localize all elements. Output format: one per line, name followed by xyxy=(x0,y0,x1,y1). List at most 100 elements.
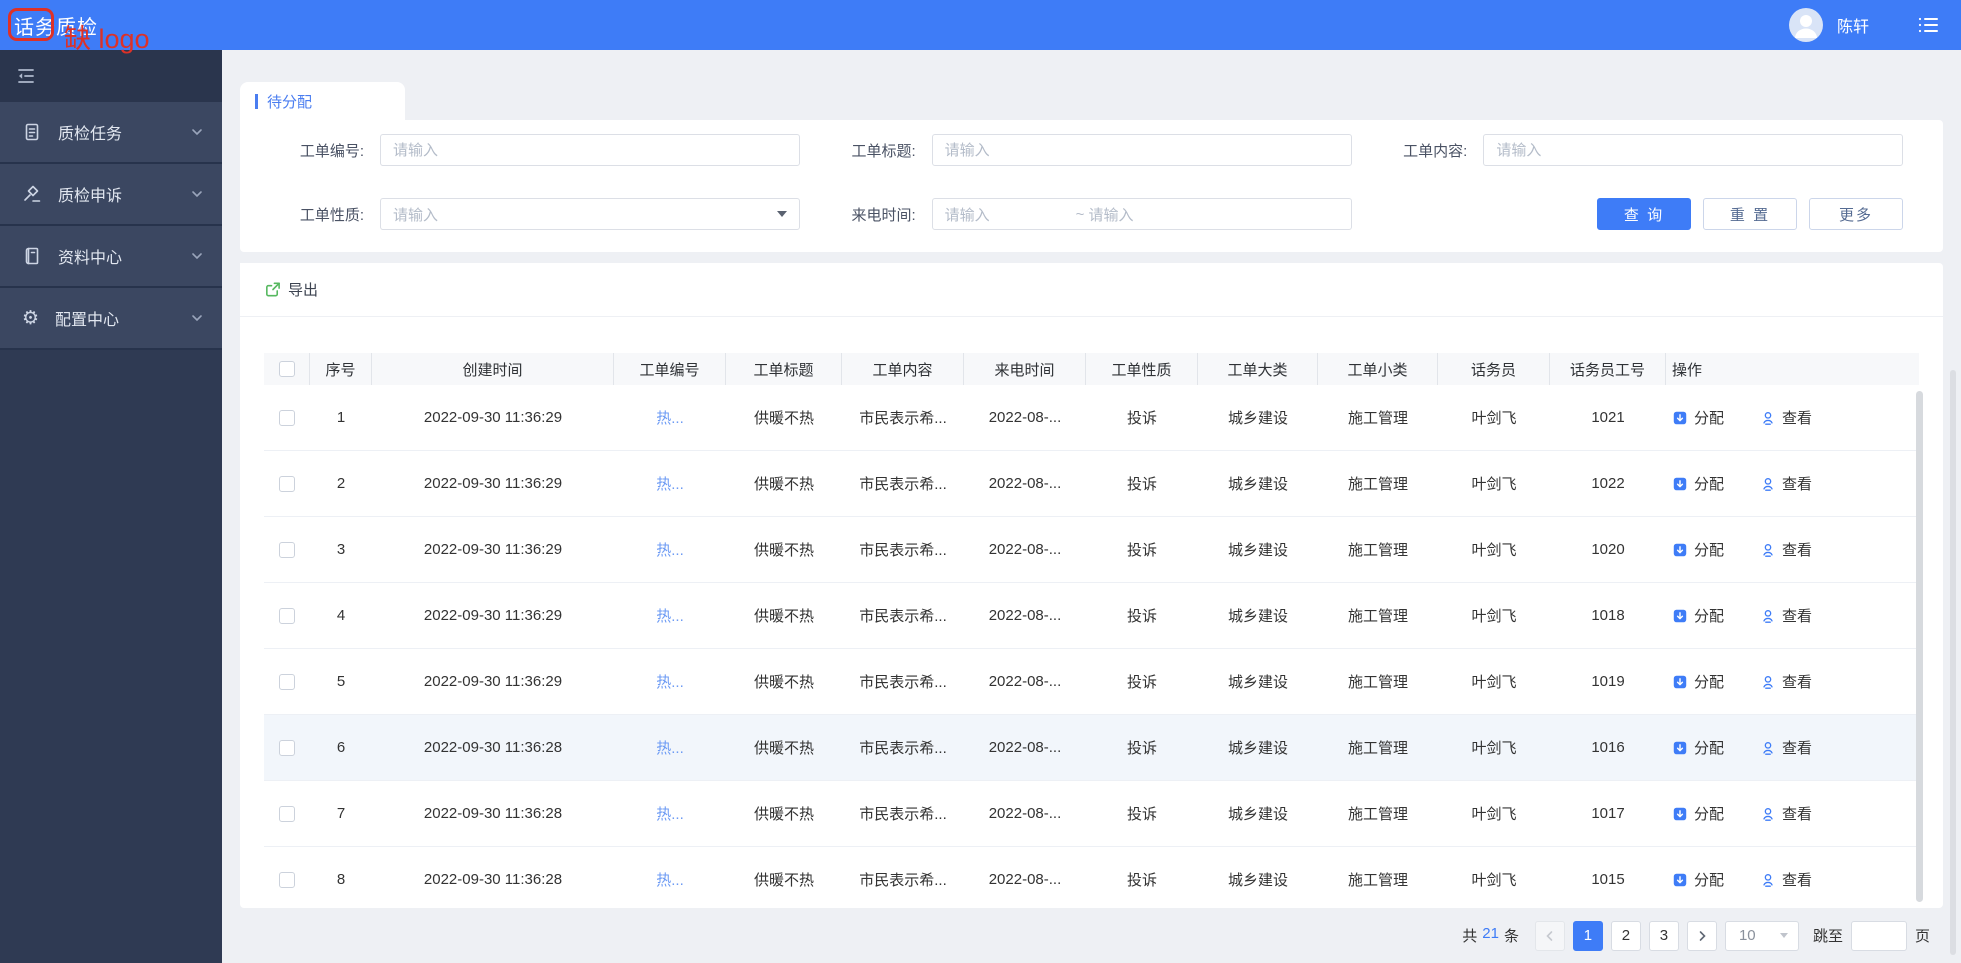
cell-agent-id: 1020 xyxy=(1591,541,1625,558)
order-nature-select[interactable]: 请输入 xyxy=(380,198,800,230)
view-button[interactable]: 查看 xyxy=(1760,869,1812,890)
cell-created: 2022-09-30 11:36:29 xyxy=(423,475,563,492)
row-checkbox[interactable] xyxy=(279,541,295,558)
cell-agent-id: 1022 xyxy=(1591,475,1625,492)
cell-order-no-link[interactable]: 热... xyxy=(614,781,726,846)
assign-button[interactable]: 分配 xyxy=(1672,605,1724,626)
view-user-icon xyxy=(1763,411,1773,425)
cell-nature: 投诉 xyxy=(1126,476,1157,493)
cell-created: 2022-09-30 11:36:28 xyxy=(423,871,563,888)
assign-button[interactable]: 分配 xyxy=(1672,869,1724,890)
row-checkbox[interactable] xyxy=(279,409,295,426)
cell-minor-category: 施工管理 xyxy=(1347,410,1408,427)
cell-order-no-link[interactable]: 热... xyxy=(614,649,726,714)
prev-page-button[interactable] xyxy=(1534,920,1565,951)
cell-call-time: 2022-08-... xyxy=(988,607,1062,624)
assign-button[interactable]: 分配 xyxy=(1672,539,1724,560)
assign-button[interactable]: 分配 xyxy=(1672,473,1724,494)
page-button-3[interactable]: 3 xyxy=(1648,920,1679,951)
jump-page-input[interactable] xyxy=(1850,920,1907,951)
data-table: 序号 创建时间 工单编号 工单标题 工单内容 来电时间 工单性质 工单大类 工单… xyxy=(264,353,1919,908)
chevron-down-icon xyxy=(192,315,202,322)
tab-pending-assignment[interactable]: 待分配 xyxy=(240,82,405,120)
row-checkbox[interactable] xyxy=(279,739,295,756)
select-all-checkbox[interactable] xyxy=(278,361,295,377)
sidebar-item-quality-appeals[interactable]: 质检申诉 xyxy=(0,164,222,226)
cell-content: 市民表示希... xyxy=(859,740,947,757)
col-order-no: 工单编号 xyxy=(614,353,726,385)
view-button[interactable]: 查看 xyxy=(1760,737,1812,758)
sidebar-item-quality-tasks[interactable]: 质检任务 xyxy=(0,102,222,164)
collapse-menu-icon xyxy=(18,69,34,83)
order-title-input[interactable] xyxy=(944,141,1339,159)
cell-major-category: 城乡建设 xyxy=(1227,674,1288,691)
cell-order-no-link[interactable]: 热... xyxy=(614,847,726,908)
row-checkbox[interactable] xyxy=(279,871,295,888)
sidebar-collapse-button[interactable] xyxy=(0,50,222,102)
reset-button[interactable]: 重 置 xyxy=(1703,198,1797,230)
avatar[interactable] xyxy=(1788,8,1823,42)
table-row: 8 2022-09-30 11:36:28 热... 供暖不热 市民表示希...… xyxy=(264,847,1919,908)
cell-major-category: 城乡建设 xyxy=(1227,740,1288,757)
cell-created: 2022-09-30 11:36:29 xyxy=(423,607,563,624)
row-checkbox[interactable] xyxy=(279,475,295,492)
assign-button[interactable]: 分配 xyxy=(1672,407,1724,428)
table-row: 7 2022-09-30 11:36:28 热... 供暖不热 市民表示希...… xyxy=(264,781,1919,847)
cell-title: 供暖不热 xyxy=(753,476,814,493)
cell-content: 市民表示希... xyxy=(859,872,947,889)
chevron-down-icon xyxy=(192,129,202,136)
more-button[interactable]: 更多 xyxy=(1809,198,1903,230)
assign-button[interactable]: 分配 xyxy=(1672,803,1724,824)
cell-order-no-link[interactable]: 热... xyxy=(614,583,726,648)
order-content-input[interactable] xyxy=(1496,141,1891,159)
user-name[interactable]: 陈轩 xyxy=(1837,13,1869,37)
cell-title: 供暖不热 xyxy=(753,872,814,889)
cell-agent-id: 1019 xyxy=(1591,673,1625,690)
view-button[interactable]: 查看 xyxy=(1760,407,1812,428)
book-icon xyxy=(25,247,39,265)
cell-nature: 投诉 xyxy=(1126,806,1157,823)
row-checkbox[interactable] xyxy=(279,607,295,624)
sidebar-item-label: 配置中心 xyxy=(55,312,120,329)
task-icon xyxy=(25,123,39,141)
view-button[interactable]: 查看 xyxy=(1760,605,1812,626)
total-count: 共 21 条 xyxy=(1462,925,1519,945)
call-time-range-picker[interactable]: 请输入 ~ 请输入 xyxy=(931,198,1352,230)
page-button-2[interactable]: 2 xyxy=(1610,920,1641,951)
table-scrollbar[interactable] xyxy=(1916,391,1923,902)
row-checkbox[interactable] xyxy=(279,805,295,822)
page-scrollbar[interactable] xyxy=(1950,370,1956,955)
row-checkbox[interactable] xyxy=(279,673,295,690)
view-button[interactable]: 查看 xyxy=(1760,803,1812,824)
cell-order-no-link[interactable]: 热... xyxy=(614,451,726,516)
view-button[interactable]: 查看 xyxy=(1760,671,1812,692)
export-button[interactable]: 导出 xyxy=(264,279,318,300)
search-button[interactable]: 查 询 xyxy=(1597,198,1691,230)
order-no-input[interactable] xyxy=(393,141,787,159)
cell-content: 市民表示希... xyxy=(859,542,947,559)
page-button-1[interactable]: 1 xyxy=(1572,920,1603,951)
cell-order-no-link[interactable]: 热... xyxy=(614,385,726,450)
view-action-label: 查看 xyxy=(1782,674,1813,691)
cell-order-no-link[interactable]: 热... xyxy=(614,517,726,582)
menu-list-icon[interactable] xyxy=(1917,15,1939,35)
field-label-order-content: 工单内容: xyxy=(1403,142,1468,160)
assign-action-label: 分配 xyxy=(1694,740,1725,757)
cell-created: 2022-09-30 11:36:29 xyxy=(423,541,563,558)
cell-index: 6 xyxy=(336,739,346,756)
sidebar-item-config-center[interactable]: ⚙ 配置中心 xyxy=(0,288,222,350)
view-action-label: 查看 xyxy=(1782,872,1813,889)
view-button[interactable]: 查看 xyxy=(1760,539,1812,560)
table-body: 1 2022-09-30 11:36:29 热... 供暖不热 市民表示希...… xyxy=(264,385,1919,908)
view-button[interactable]: 查看 xyxy=(1760,473,1812,494)
assign-action-label: 分配 xyxy=(1694,410,1725,427)
page-size-select[interactable]: 10 xyxy=(1724,920,1799,951)
cell-order-no-link[interactable]: 热... xyxy=(614,715,726,780)
table-row: 6 2022-09-30 11:36:28 热... 供暖不热 市民表示希...… xyxy=(264,715,1919,781)
cell-agent: 叶剑飞 xyxy=(1471,476,1517,493)
sidebar-item-data-center[interactable]: 资料中心 xyxy=(0,226,222,288)
assign-button[interactable]: 分配 xyxy=(1672,737,1724,758)
cell-nature: 投诉 xyxy=(1126,674,1157,691)
assign-button[interactable]: 分配 xyxy=(1672,671,1724,692)
next-page-button[interactable] xyxy=(1686,920,1717,951)
